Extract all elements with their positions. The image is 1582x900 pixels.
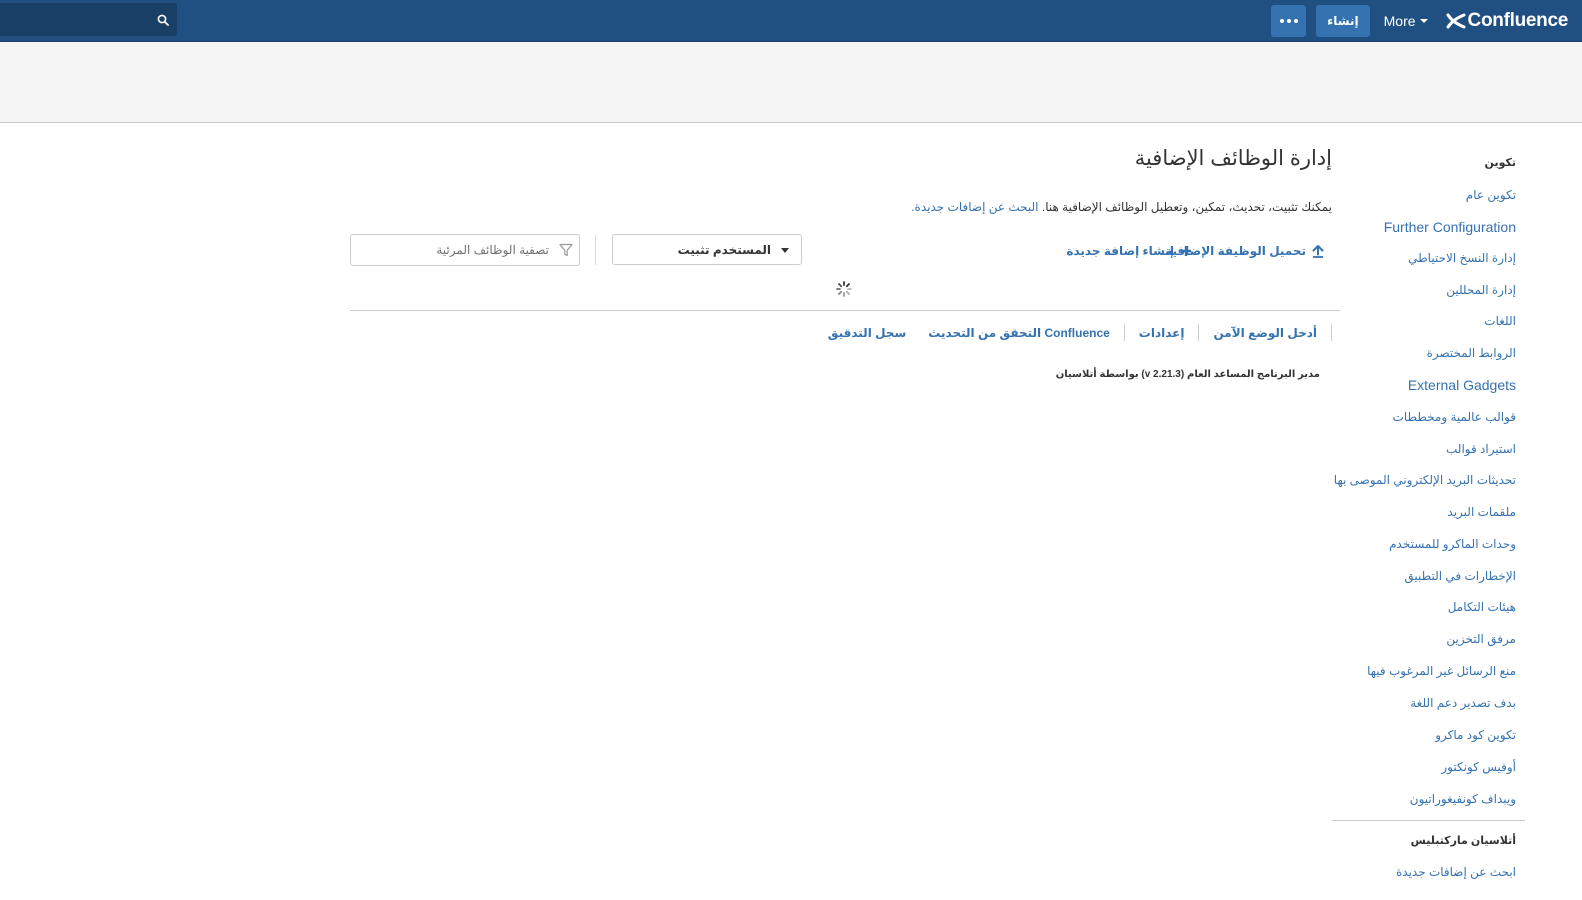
content-divider	[350, 310, 1340, 311]
sidebar-item-shortcut-links[interactable]: الروابط المختصرة	[1427, 346, 1516, 360]
sidebar-item-analyzers[interactable]: إدارة المحللين	[1446, 283, 1516, 297]
ellipsis-icon	[1293, 18, 1298, 23]
find-new-addons-link[interactable]: البحث عن إضافات جديدة.	[911, 200, 1038, 214]
search-icon[interactable]	[157, 14, 169, 26]
audit-log-link[interactable]: سجل التدقيق	[814, 326, 915, 340]
enter-safe-mode-link[interactable]: أدخل الوضع الآمن	[1199, 326, 1331, 340]
sidebar-item-webdav-configuration[interactable]: ويبداف كونفيغوراتيون	[1410, 792, 1516, 806]
sidebar-item-further-configuration[interactable]: Further Configuration	[1384, 219, 1516, 235]
addon-filter-select-value: المستخدم تثبيت	[677, 243, 771, 257]
intro-description: يمكنك تثبيت، تحديث، تمكين، وتعطيل الوظائ…	[1041, 200, 1332, 214]
filter-icon	[559, 243, 573, 257]
create-addon-label: إنشاء إضافة جديدة	[1066, 244, 1174, 258]
search-input[interactable]	[0, 3, 150, 36]
page-header-band	[0, 42, 1582, 123]
sidebar-item-import-templates[interactable]: استيراد قوالب	[1446, 442, 1516, 456]
footer-separator	[1198, 324, 1200, 341]
footer-separator	[1331, 324, 1332, 341]
intro-text: يمكنك تثبيت، تحديث، تمكين، وتعطيل الوظائ…	[911, 200, 1332, 214]
sidebar-item-recommended-updates-email[interactable]: تحديثات البريد الإلكتروني الموصى بها	[1334, 473, 1516, 487]
top-navigation-bar: إنشاء More Confluence	[0, 0, 1582, 42]
sidebar-item-office-connector[interactable]: أوفيس كونكتور	[1441, 760, 1516, 774]
loading-spinner-icon	[836, 281, 852, 297]
upm-footer-links: سجل التدقيق Confluence التحقق من التحديث…	[814, 324, 1332, 341]
sidebar-item-pdf-export-language[interactable]: بدف تصدير دعم اللغة	[1410, 696, 1516, 710]
sidebar-divider	[1332, 820, 1525, 821]
page-title: إدارة الوظائف الإضافية	[1134, 147, 1332, 170]
confluence-logo[interactable]: Confluence	[1442, 10, 1568, 32]
search-box[interactable]	[0, 3, 177, 36]
toolbar-separator	[595, 235, 596, 265]
update-check-link[interactable]: Confluence التحقق من التحديث	[914, 326, 1124, 340]
sidebar-item-in-app-notifications[interactable]: الإخطارات في التطبيق	[1404, 569, 1516, 583]
sidebar-item-external-gadgets[interactable]: External Gadgets	[1408, 377, 1516, 393]
sidebar-heading-configuration: تكوين	[1484, 157, 1516, 169]
admin-sidebar: تكوين تكوين عام Further Configuration إد…	[1314, 124, 1582, 900]
confluence-logo-icon	[1446, 13, 1466, 28]
sidebar-item-user-macros[interactable]: وحدات الماكرو للمستخدم	[1389, 537, 1516, 551]
sidebar-item-attachment-storage[interactable]: مرفق التخزين	[1446, 632, 1516, 646]
sidebar-heading-marketplace: أتلاسيان ماركتبليس	[1410, 835, 1516, 847]
create-button[interactable]: إنشاء	[1316, 4, 1370, 37]
more-menu[interactable]: More	[1378, 13, 1434, 29]
more-actions-button[interactable]	[1271, 4, 1307, 37]
sidebar-item-general-configuration[interactable]: تكوين عام	[1466, 188, 1516, 202]
sidebar-item-spam-prevention[interactable]: منع الرسائل غير المرغوب فيها	[1367, 664, 1516, 678]
sidebar-item-mail-servers[interactable]: ملقمات البريد	[1447, 505, 1516, 519]
sidebar-item-find-new-addons[interactable]: ابحث عن إضافات جديدة	[1396, 865, 1516, 879]
ellipsis-icon	[1279, 18, 1284, 23]
chevron-down-icon	[781, 248, 789, 253]
addon-filter-select[interactable]: المستخدم تثبيت	[612, 234, 802, 265]
sidebar-item-integration-configs[interactable]: هيئات التكامل	[1448, 600, 1516, 614]
sidebar-item-global-templates[interactable]: قوالب عالمية ومخططات	[1393, 410, 1516, 424]
header-actions: إنشاء More Confluence	[1271, 4, 1568, 37]
settings-link[interactable]: إعدادات	[1125, 326, 1199, 340]
filter-visible-addons[interactable]	[350, 234, 580, 266]
ellipsis-icon	[1286, 18, 1291, 23]
create-addon-link[interactable]: إنشاء إضافة جديدة	[1066, 244, 1192, 258]
sidebar-item-backup-administration[interactable]: إدارة النسخ الاحتياطي	[1408, 251, 1516, 265]
upm-version-text: مدير البرنامج المساعد العام (v 2.21.3) ب…	[1055, 369, 1320, 380]
sidebar-item-code-macro-config[interactable]: تكوين كود ماكرو	[1435, 728, 1516, 742]
sidebar-item-languages[interactable]: اللغات	[1484, 314, 1516, 328]
logo-text: Confluence	[1467, 9, 1569, 31]
more-menu-label: More	[1383, 12, 1416, 29]
upload-icon	[1312, 244, 1324, 258]
plus-icon	[1181, 246, 1191, 256]
chevron-down-icon	[1419, 18, 1428, 23]
filter-input[interactable]	[357, 235, 551, 265]
footer-separator	[1123, 324, 1125, 341]
